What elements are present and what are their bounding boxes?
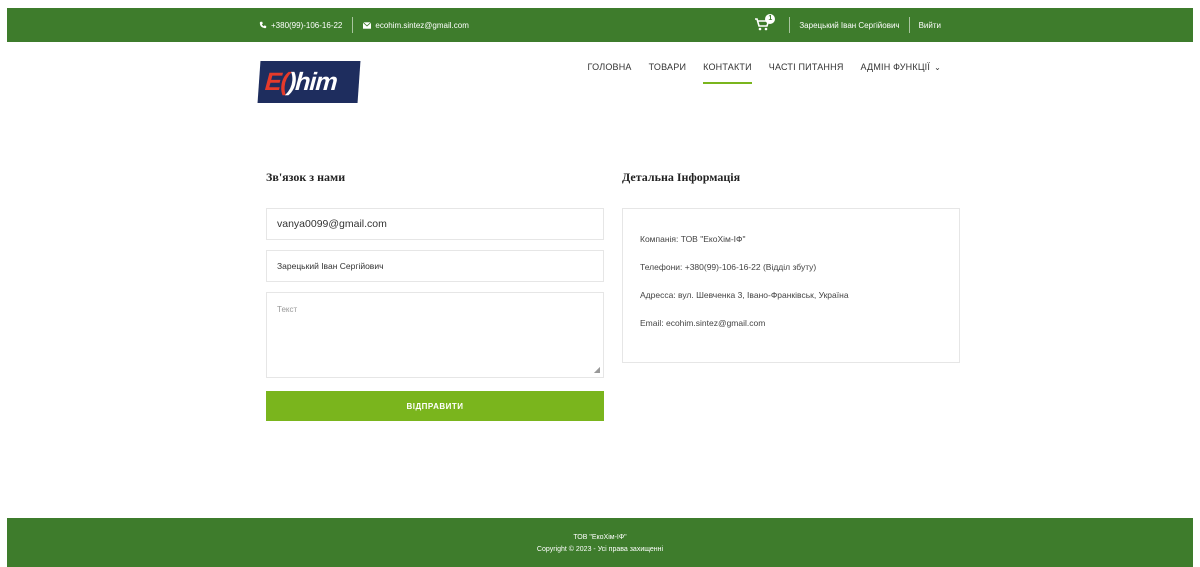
details-title: Детальна Інформація — [622, 170, 741, 184]
top-bar: +380(99)-106-16-22 ecohim.sintez@gmail.c… — [7, 8, 1193, 42]
email-link[interactable]: ecohim.sintez@gmail.com — [363, 20, 469, 30]
site-header: E()him ГОЛОВНА ТОВАРИ КОНТАКТИ ЧАСТІ ПИТ… — [257, 58, 941, 108]
nav-item-faq[interactable]: ЧАСТІ ПИТАННЯ — [769, 62, 844, 94]
chevron-down-icon: ⌄ — [934, 63, 941, 72]
footer-copyright: Copyright © 2023 - Усі права захищенні — [536, 546, 664, 553]
nav-item-home[interactable]: ГОЛОВНА — [588, 62, 632, 94]
phones-info: Телефони: +380(99)-106-16-22 (Відділ збу… — [640, 262, 817, 272]
details-box: Компанія: ТОВ "ЕкоХім-ІФ" Телефони: +380… — [622, 208, 960, 363]
logo-prefix: E( — [264, 67, 290, 96]
contact-strip: +380(99)-106-16-22 ecohim.sintez@gmail.c… — [259, 17, 469, 33]
nav-item-admin[interactable]: АДМІН ФУНКЦІЇ ⌄ — [861, 62, 941, 94]
site-footer: ТОВ "ЕкоХім-ІФ" Copyright © 2023 - Усі п… — [7, 518, 1193, 567]
phone-icon — [259, 21, 267, 29]
user-name-link[interactable]: Зарецький Іван Сергійович — [799, 21, 899, 30]
top-bar-inner: +380(99)-106-16-22 ecohim.sintez@gmail.c… — [259, 8, 941, 42]
phone-text: +380(99)-106-16-22 — [271, 20, 343, 30]
divider — [352, 17, 354, 33]
divider — [908, 17, 910, 33]
nav-item-products[interactable]: ТОВАРИ — [649, 62, 686, 94]
logo[interactable]: E()him — [257, 61, 361, 103]
envelope-icon — [363, 21, 372, 29]
name-field-value: Зарецький Іван Сергійович — [277, 261, 384, 271]
user-strip: 1 Зарецький Іван Сергійович Вийти — [754, 14, 941, 33]
contact-form-title: Зв'язок з нами — [266, 170, 346, 184]
email-field[interactable]: vanya0099@gmail.com — [266, 208, 604, 240]
logout-link[interactable]: Вийти — [919, 21, 941, 30]
phone-link[interactable]: +380(99)-106-16-22 — [259, 21, 342, 30]
company-info: Компанія: ТОВ "ЕкоХім-ІФ" — [640, 234, 746, 244]
cart-count-badge: 1 — [765, 14, 776, 24]
message-textarea[interactable]: Текст ◢ — [266, 292, 604, 378]
email-field-value: vanya0099@gmail.com — [277, 218, 387, 230]
message-placeholder: Текст — [277, 305, 298, 314]
logo-suffix: )him — [287, 67, 338, 96]
submit-button[interactable]: ВІДПРАВИТИ — [266, 391, 604, 421]
resize-handle-icon[interactable]: ◢ — [594, 365, 600, 374]
address-info: Адресса: вул. Шевченка 3, Івано-Франківс… — [640, 290, 849, 300]
divider — [789, 17, 791, 33]
email-info: Email: ecohim.sintez@gmail.com — [640, 318, 766, 328]
email-text: ecohim.sintez@gmail.com — [375, 20, 469, 30]
footer-company: ТОВ "ЕкоХім-ІФ" — [573, 534, 627, 541]
nav-item-admin-label: АДМІН ФУНКЦІЇ — [860, 62, 931, 72]
nav-item-contacts[interactable]: КОНТАКТИ — [703, 62, 752, 94]
page: +380(99)-106-16-22 ecohim.sintez@gmail.c… — [7, 0, 1193, 567]
main-nav: ГОЛОВНА ТОВАРИ КОНТАКТИ ЧАСТІ ПИТАННЯ АД… — [588, 62, 941, 94]
name-field[interactable]: Зарецький Іван Сергійович — [266, 250, 604, 282]
logo-text: E()him — [264, 68, 338, 97]
cart-button[interactable]: 1 — [754, 14, 776, 33]
